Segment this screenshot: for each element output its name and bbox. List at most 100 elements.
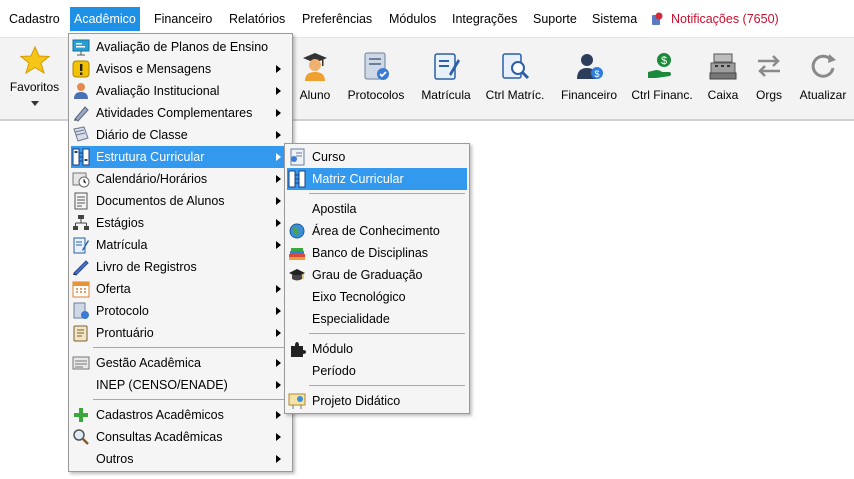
svg-text:$: $ — [661, 55, 667, 67]
enrollment-icon — [434, 53, 460, 80]
submenu-arrow-icon — [276, 219, 281, 227]
submenu-item-eixo-tecnologico[interactable]: Eixo Tecnológico — [287, 286, 467, 308]
menu-item-documentos-alunos[interactable]: Documentos de Alunos — [71, 190, 290, 212]
menu-financeiro[interactable]: Financeiro — [150, 7, 216, 31]
menu-item-gestao-academica[interactable]: Gestão Acadêmica — [71, 352, 290, 374]
menu-item-outros[interactable]: Outros — [71, 448, 290, 470]
globe-icon — [289, 223, 305, 239]
submenu-arrow-icon — [276, 131, 281, 139]
user-money-icon: $ — [577, 54, 603, 79]
submenu-arrow-icon — [276, 109, 281, 117]
menu-separator — [93, 347, 288, 348]
presentation-icon — [72, 39, 90, 56]
submenu-arrow-icon — [276, 153, 281, 161]
hand-money-icon: $ — [648, 53, 671, 78]
submenu-arrow-icon — [276, 197, 281, 205]
toolbar-matricula-button[interactable]: Matrícula — [418, 38, 474, 119]
plus-icon — [74, 408, 88, 422]
menu-separator — [309, 385, 465, 386]
menu-item-estrutura-curricular[interactable]: Estrutura Curricular — [71, 146, 290, 168]
menu-preferencias[interactable]: Preferências — [298, 7, 376, 31]
cash-register-icon — [709, 53, 737, 80]
menu-item-avaliacao-institucional[interactable]: Avaliação Institucional — [71, 80, 290, 102]
protocol-icon — [364, 52, 389, 80]
project-icon — [288, 393, 306, 409]
toolbar-caixa-button[interactable]: Caixa — [704, 38, 742, 119]
book-pen-icon — [73, 260, 89, 276]
menu-academico[interactable]: Acadêmico — [70, 7, 140, 31]
search-icon — [73, 429, 89, 445]
menu-item-cadastros-academicos[interactable]: Cadastros Acadêmicos — [71, 404, 290, 426]
menu-item-avisos-mensagens[interactable]: Avisos e Mensagens — [71, 58, 290, 80]
notifications-link[interactable]: Notificações (7650) — [667, 7, 783, 31]
submenu-item-modulo[interactable]: Módulo — [287, 338, 467, 360]
calendar-icon — [72, 281, 90, 298]
toolbar-ctrl-matric-button[interactable]: Ctrl Matríc. — [484, 38, 546, 119]
menu-modulos[interactable]: Módulos — [385, 7, 440, 31]
menu-item-atividades-complementares[interactable]: Atividades Complementares — [71, 102, 290, 124]
menu-item-estagios[interactable]: Estágios — [71, 212, 290, 234]
menu-integracoes[interactable]: Integrações — [448, 7, 521, 31]
toolbar-ctrl-financ-button[interactable]: $ Ctrl Financ. — [630, 38, 694, 119]
menu-relatorios[interactable]: Relatórios — [225, 7, 289, 31]
submenu-arrow-icon — [276, 241, 281, 249]
submenu-item-banco-disciplinas[interactable]: Banco de Disciplinas — [287, 242, 467, 264]
toolbar-financeiro-button[interactable]: $ Financeiro — [559, 38, 619, 119]
submenu-arrow-icon — [276, 285, 281, 293]
submenu-arrow-icon — [276, 359, 281, 367]
menu-item-inep[interactable]: INEP (CENSO/ENADE) — [71, 374, 290, 396]
search-document-icon — [502, 53, 530, 80]
submenu-item-curso[interactable]: Curso — [287, 146, 467, 168]
submenu-item-area-conhecimento[interactable]: Área de Conhecimento — [287, 220, 467, 242]
menu-cadastro[interactable]: Cadastro — [5, 7, 64, 31]
svg-text:$: $ — [594, 69, 599, 79]
chevron-down-icon[interactable] — [31, 101, 39, 106]
submenu-arrow-icon — [276, 455, 281, 463]
submenu-item-apostila[interactable]: Apostila — [287, 198, 467, 220]
menu-suporte[interactable]: Suporte — [529, 7, 581, 31]
menu-item-calendario-horarios[interactable]: Calendário/Horários — [71, 168, 290, 190]
diary-icon — [73, 126, 89, 142]
puzzle-icon — [291, 342, 306, 357]
menu-item-protocolo[interactable]: Protocolo — [71, 300, 290, 322]
menu-item-avaliacao-planos[interactable]: Avaliação de Planos de Ensino — [71, 36, 290, 58]
toolbar-atualizar-button[interactable]: Atualizar — [796, 38, 850, 119]
menu-separator — [93, 399, 288, 400]
menu-item-oferta[interactable]: Oferta — [71, 278, 290, 300]
org-chart-icon — [73, 215, 89, 230]
protocol-icon — [73, 302, 89, 319]
submenu-item-grau-graduacao[interactable]: Grau de Graduação — [287, 264, 467, 286]
menu-item-prontuario[interactable]: Prontuário — [71, 322, 290, 344]
pencil-ruler-icon — [74, 106, 89, 122]
course-icon — [290, 148, 305, 166]
management-icon — [72, 356, 90, 370]
submenu-arrow-icon — [276, 175, 281, 183]
notification-icon[interactable] — [651, 12, 663, 26]
menu-separator — [309, 333, 465, 334]
toolbar-protocolos-button[interactable]: Protocolos — [345, 38, 407, 119]
menu-sistema[interactable]: Sistema — [588, 7, 641, 31]
menu-item-consultas-academicas[interactable]: Consultas Acadêmicas — [71, 426, 290, 448]
transfer-arrows-icon — [758, 55, 780, 77]
submenu-item-especialidade[interactable]: Especialidade — [287, 308, 467, 330]
submenu-arrow-icon — [276, 65, 281, 73]
submenu-arrow-icon — [276, 433, 281, 441]
submenu-arrow-icon — [276, 381, 281, 389]
toolbar-aluno-button[interactable]: Aluno — [293, 38, 337, 119]
submenu-item-matriz-curricular[interactable]: Matriz Curricular — [287, 168, 467, 190]
menu-item-diario-classe[interactable]: Diário de Classe — [71, 124, 290, 146]
menu-separator — [309, 193, 465, 194]
books-icon — [289, 248, 305, 260]
menu-item-livro-registros[interactable]: Livro de Registros — [71, 256, 290, 278]
user-evaluation-icon — [74, 83, 88, 99]
document-icon — [74, 192, 88, 210]
toolbar-orgs-button[interactable]: Orgs — [752, 38, 786, 119]
favorites-button[interactable]: Favoritos — [0, 38, 70, 119]
menu-item-matricula[interactable]: Matrícula — [71, 234, 290, 256]
calendar-clock-icon — [72, 172, 90, 188]
submenu-arrow-icon — [276, 307, 281, 315]
submenu-item-periodo[interactable]: Período — [287, 360, 467, 382]
submenu-arrow-icon — [276, 87, 281, 95]
enrollment-icon — [73, 237, 89, 254]
submenu-item-projeto-didatico[interactable]: Projeto Didático — [287, 390, 467, 412]
